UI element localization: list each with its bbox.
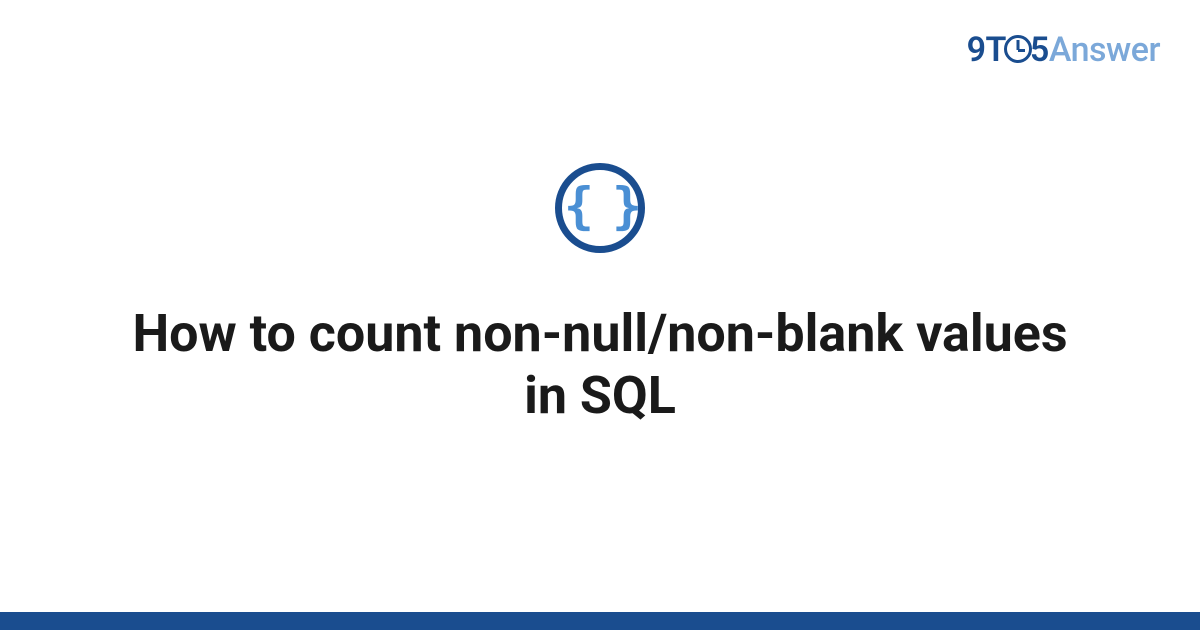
page-title: How to count non-null/non-blank values i… xyxy=(120,303,1080,428)
footer-accent-bar xyxy=(0,612,1200,630)
main-content: { } How to count non-null/non-blank valu… xyxy=(0,0,1200,630)
topic-icon-circle: { } xyxy=(555,163,645,253)
code-braces-icon: { } xyxy=(564,181,636,231)
